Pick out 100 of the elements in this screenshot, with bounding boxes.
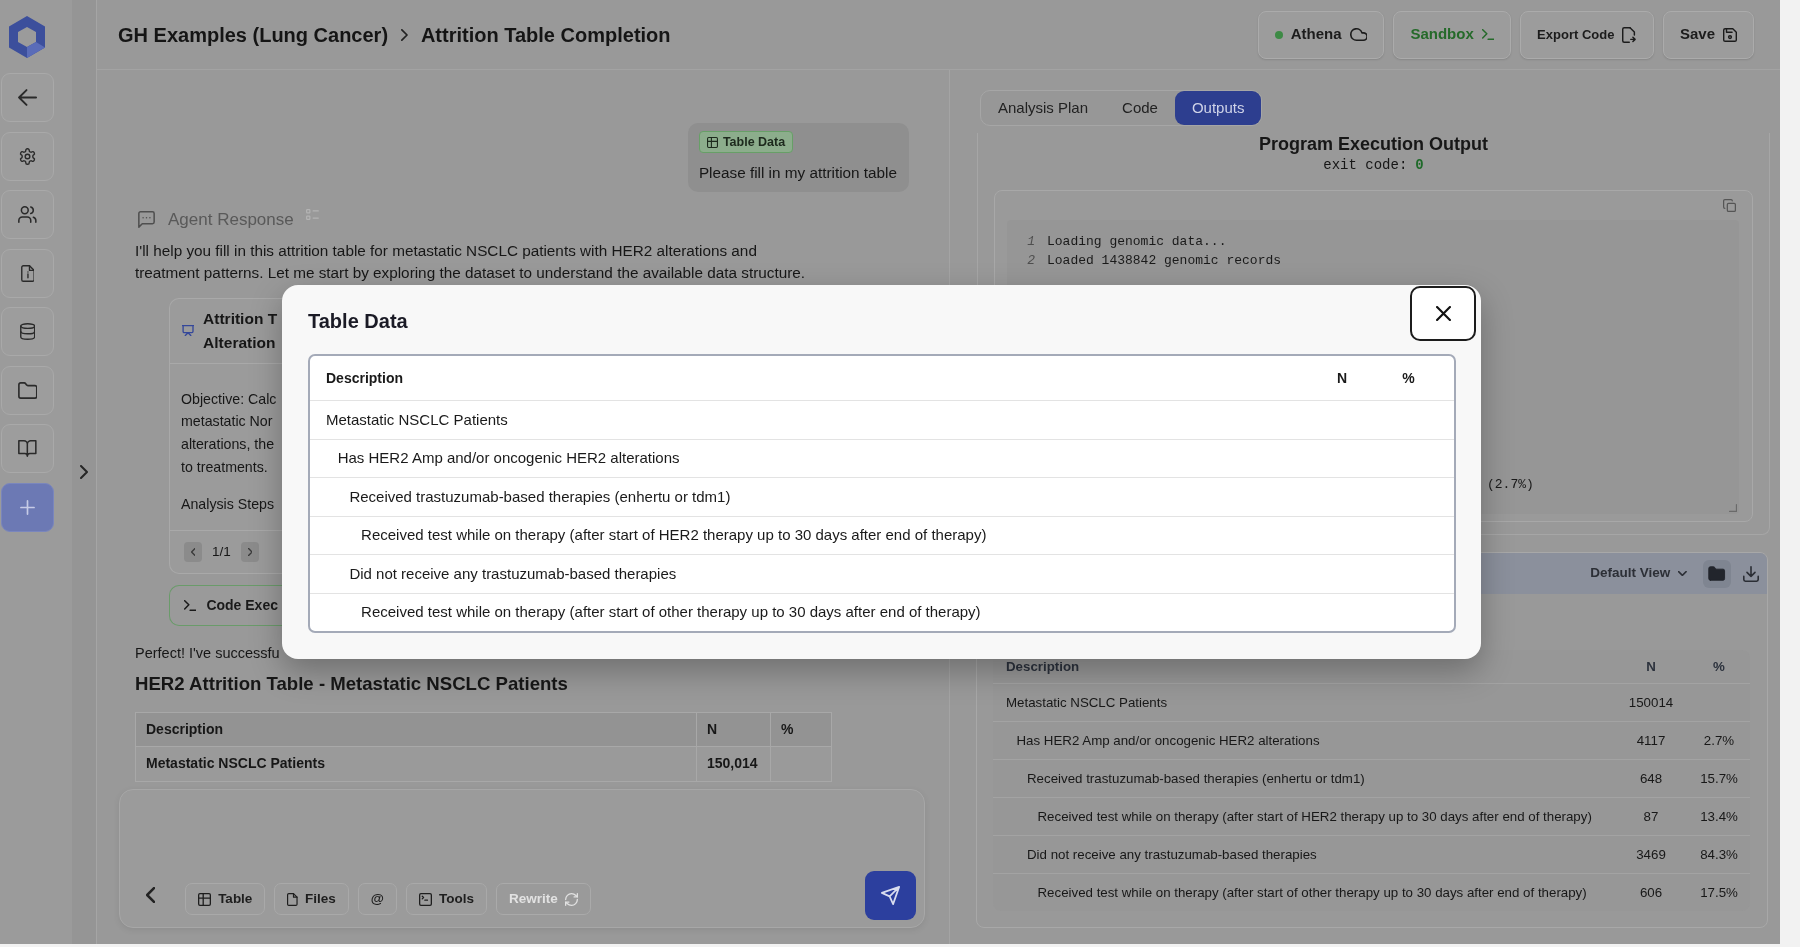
column-header: N <box>1335 368 1349 388</box>
back-button[interactable] <box>1 73 54 122</box>
table-cell: 15.7% <box>1688 759 1750 797</box>
resize-handle-icon[interactable] <box>1729 504 1737 512</box>
table-cell: Received test while on therapy (after start of HER2 therapy up to 30 days after end of therapy) <box>993 797 1614 835</box>
column-header: % <box>1401 368 1416 388</box>
save-button[interactable]: Save <box>1662 10 1754 59</box>
table-cell: 2.7% <box>1688 721 1750 759</box>
breadcrumb-link[interactable]: GH Examples (Lung Cancer) <box>118 19 389 50</box>
terminal-prompt-icon <box>184 599 197 611</box>
table-cell: 84.3% <box>1688 835 1750 873</box>
file-export-icon <box>1622 26 1637 43</box>
settings-button[interactable] <box>1 131 54 181</box>
book-icon <box>18 440 37 457</box>
summary-text: Perfect! I've successfu <box>135 643 280 663</box>
code-text: (2.7%) <box>1487 476 1534 494</box>
agent-response-label: Agent Response <box>168 208 294 231</box>
folder-icon <box>1708 566 1726 581</box>
save-icon <box>1723 27 1737 42</box>
table-icon <box>198 892 212 906</box>
terminal-prompt-icon <box>1481 29 1495 40</box>
table-cell: Did not receive any trastuzumab-based therapies <box>993 835 1614 873</box>
previous-page-button[interactable] <box>184 541 202 562</box>
view-dropdown[interactable]: Default View <box>1590 563 1687 584</box>
plan-objective-text: Objective: Calc metastatic Nor alterations, the to treatments. <box>181 389 278 477</box>
arrow-left-icon <box>17 89 38 106</box>
table-cell: Has HER2 Amp and/or oncogenic HER2 alterations <box>310 438 1309 477</box>
line-number: 2 <box>1026 251 1035 270</box>
table-icon <box>706 136 718 148</box>
table-cell: Received test while on therapy (after start of other therapy up to 30 days after end of therapy) <box>310 592 1309 631</box>
plus-icon <box>20 499 35 515</box>
table-cell: 3469 <box>1614 835 1688 873</box>
refresh-icon <box>564 892 578 906</box>
code-execution-toggle[interactable]: Code Exec <box>169 584 282 626</box>
close-icon <box>1435 306 1451 321</box>
tab[interactable]: Analysis Plan <box>981 91 1106 125</box>
tab[interactable]: Code <box>1105 91 1175 125</box>
download-icon[interactable] <box>1743 565 1759 582</box>
table-cell: 150,014 <box>696 746 771 781</box>
document-icon <box>20 264 35 282</box>
hexagon-logo-icon <box>9 16 45 58</box>
database-button[interactable] <box>1 307 54 356</box>
chat-icon <box>138 211 155 228</box>
export-code-button[interactable]: Export Code <box>1520 10 1654 59</box>
code-text: Loaded 1438842 genomic records <box>1047 251 1282 270</box>
folder-button[interactable] <box>1 365 54 415</box>
column-header: Description <box>135 712 697 746</box>
table-cell: Metastatic NSCLC Patients <box>135 746 697 781</box>
column-header: N <box>696 712 771 746</box>
folder-button[interactable] <box>1703 559 1731 588</box>
table-cell: Received test while on therapy (after start of other therapy up to 30 days after end of therapy) <box>993 873 1614 911</box>
table-cell: Did not receive any trastuzumab-based therapies <box>310 554 1309 593</box>
copy-icon[interactable] <box>1723 199 1736 212</box>
column-header: N <box>1646 659 1656 674</box>
next-page-button[interactable] <box>240 541 259 562</box>
table-cell: Received trastuzumab-based therapies (enhertu or tdm1) <box>310 477 1309 516</box>
page-title: Attrition Table Completion <box>420 22 671 48</box>
column-header: % <box>1713 659 1725 674</box>
exit-code-label: exit code: <box>1323 156 1408 175</box>
table-cell: 606 <box>1614 873 1688 911</box>
mention-button[interactable]: @ <box>357 883 397 915</box>
users-icon <box>18 206 37 223</box>
chevron-right-icon[interactable] <box>80 465 88 479</box>
table-cell: 13.4% <box>1688 797 1750 835</box>
file-icon <box>287 892 298 906</box>
panel-title: Program Execution Output <box>1259 133 1488 155</box>
terminal-icon <box>418 892 432 906</box>
tab[interactable]: Outputs <box>1174 91 1262 125</box>
files-button[interactable]: Files <box>274 883 349 915</box>
column-header: Description <box>1006 659 1080 674</box>
documents-button[interactable] <box>1 248 54 298</box>
send-button[interactable] <box>865 870 916 920</box>
analysis-steps-label: Analysis Steps <box>181 495 276 515</box>
table-cell: Metastatic NSCLC Patients <box>993 683 1614 721</box>
presentation-icon <box>182 325 195 336</box>
cloud-icon <box>1349 28 1368 41</box>
environment-button[interactable]: Athena <box>1257 10 1385 59</box>
column-header: % <box>770 712 832 746</box>
settings-icon <box>19 147 36 165</box>
library-button[interactable] <box>1 424 54 473</box>
table-cell: 150014 <box>1614 683 1688 721</box>
table-cell: Metastatic NSCLC Patients <box>310 400 1309 439</box>
response-text: I'll help you fill in this attrition table for metastatic NSCLC patients with HER2 alterations and treatment patterns. Let me start by exploring the dataset to understand the available data structure. <box>135 240 807 283</box>
message-text: Please fill in my attrition table <box>698 163 897 182</box>
attachment-chip[interactable]: Table Data <box>698 131 794 153</box>
table-cell: 87 <box>1614 797 1688 835</box>
line-number: 1 <box>1026 233 1035 251</box>
table-cell: 648 <box>1614 759 1688 797</box>
folder-icon <box>17 381 38 399</box>
users-button[interactable] <box>1 190 54 239</box>
table-cell: Received trastuzumab-based therapies (enhertu or tdm1) <box>993 759 1614 797</box>
status-dot-icon <box>1274 30 1283 39</box>
list-icon <box>305 208 319 220</box>
plan-card-title: Attrition T Alteration <box>203 308 278 353</box>
dialog-title: Table Data <box>308 309 408 334</box>
tools-button[interactable]: Tools <box>405 883 487 915</box>
table-button[interactable]: Table <box>185 883 266 915</box>
table-cell: Received test while on therapy (after start of HER2 therapy up to 30 days after end of therapy) <box>310 515 1309 554</box>
chevron-left-icon[interactable] <box>146 887 156 903</box>
close-button[interactable] <box>1410 286 1476 341</box>
